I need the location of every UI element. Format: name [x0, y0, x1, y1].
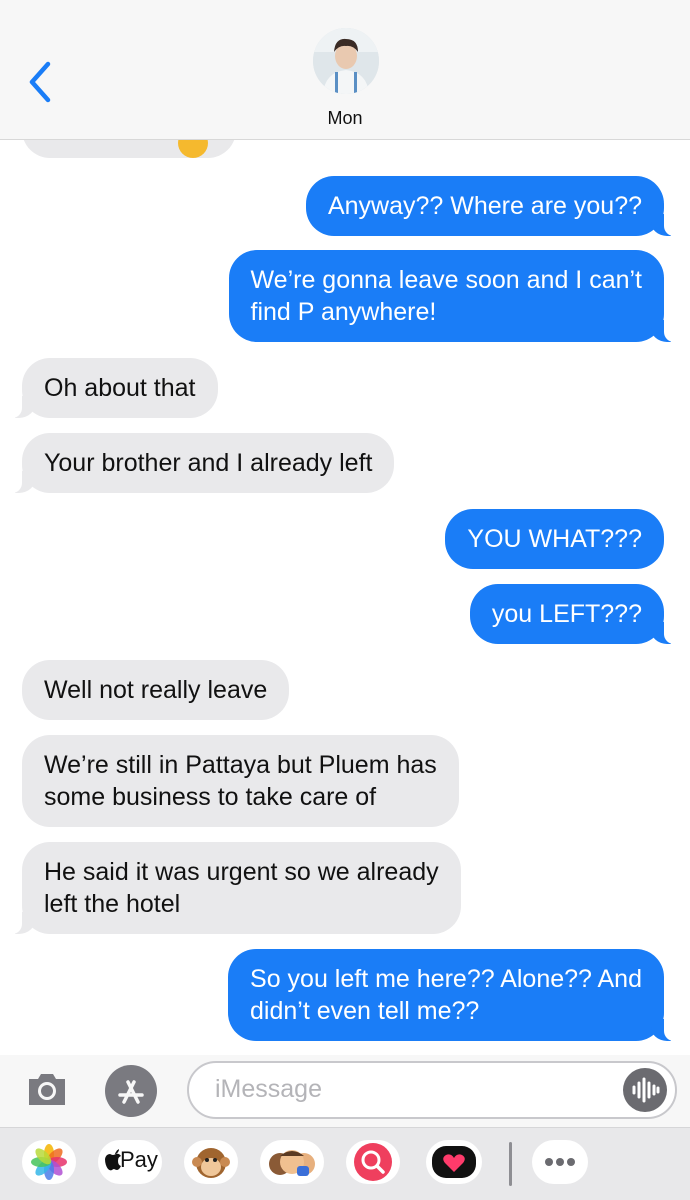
apple-pay-label: Pay: [120, 1147, 158, 1172]
message-thread: Anyway?? Where are you?? We’re gonna lea…: [0, 0, 690, 1055]
message-bubble-incoming[interactable]: Oh about that: [0, 358, 218, 418]
audio-message-button[interactable]: [623, 1068, 667, 1112]
message-bubble-outgoing[interactable]: Anyway?? Where are you??: [305, 176, 690, 236]
memoji-icon: [269, 1150, 315, 1176]
contact-name[interactable]: Mon: [0, 108, 690, 129]
photos-app-button[interactable]: [22, 1140, 76, 1184]
monkey-animoji-icon: [192, 1148, 230, 1178]
avatar-photo: [313, 28, 379, 94]
message-bubble-incoming[interactable]: Your brother and I already left: [0, 433, 395, 493]
app-store-button[interactable]: [104, 1064, 158, 1118]
chevron-left-icon: [29, 61, 51, 103]
message-bubble-incoming[interactable]: Well not really leave: [22, 660, 290, 720]
message-bubble-incoming[interactable]: He said it was urgent so we already left…: [0, 842, 461, 934]
audio-waveform-icon: [632, 1077, 660, 1103]
message-bubble-outgoing[interactable]: you LEFT???: [469, 584, 690, 644]
more-apps-button[interactable]: [532, 1140, 588, 1184]
contact-avatar[interactable]: [313, 28, 379, 94]
camera-icon: [29, 1074, 65, 1105]
more-icon: [545, 1158, 575, 1166]
image-search-icon: [354, 1143, 392, 1181]
memoji-app-button[interactable]: [260, 1140, 324, 1184]
message-bubble-outgoing[interactable]: So you left me here?? Alone?? And didn’t…: [228, 949, 690, 1041]
drawer-divider: [509, 1142, 512, 1186]
imessage-input[interactable]: iMessage: [187, 1061, 677, 1119]
apple-pay-button[interactable]: Pay: [98, 1140, 162, 1184]
back-button[interactable]: [22, 58, 58, 106]
photos-icon: [31, 1144, 67, 1180]
digital-touch-icon: [432, 1146, 476, 1178]
conversation-header: Mon: [0, 0, 690, 140]
image-search-app-button[interactable]: [346, 1140, 400, 1184]
digital-touch-app-button[interactable]: [426, 1140, 482, 1184]
animoji-app-button[interactable]: [184, 1140, 238, 1184]
message-bubble-outgoing[interactable]: We’re gonna leave soon and I can’t find …: [228, 250, 690, 342]
message-input-bar: iMessage: [0, 1055, 690, 1127]
app-store-icon: [105, 1065, 157, 1117]
message-bubble-outgoing[interactable]: YOU WHAT???: [445, 509, 664, 569]
camera-button[interactable]: [25, 1069, 69, 1109]
message-bubble-incoming[interactable]: We’re still in Pattaya but Pluem has som…: [22, 735, 459, 827]
app-drawer: Pay: [0, 1127, 690, 1200]
